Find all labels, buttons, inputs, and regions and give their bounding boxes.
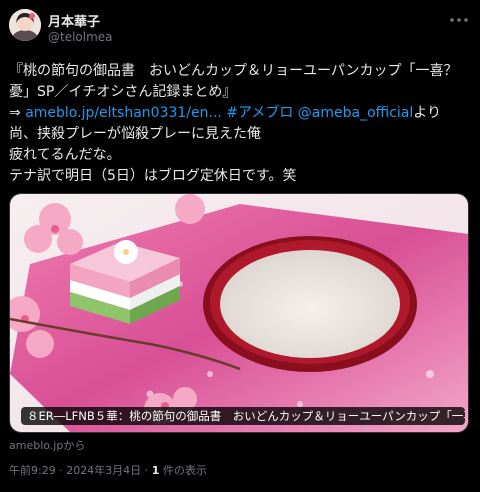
tweet-text: 『桃の節句の御品書 おいどんカップ＆リョーユーパンカップ「一喜？ 憂」SP／イチ… [9, 61, 473, 187]
link-card[interactable]: ８ER―LFNB５華：桃の節句の御品書 おいどんカップ＆リョーユーパンカップ「一… [9, 193, 469, 433]
mention-link[interactable]: @ameba_official [293, 105, 413, 121]
display-name[interactable]: 月本華子 [48, 11, 100, 30]
tweet-line: 疲れてるんだな。 [9, 147, 121, 163]
avatar-image [9, 9, 41, 41]
tweet-line: 憂」SP／イチオシさん記録まとめ』 [9, 84, 237, 100]
card-caption: ８ER―LFNB５華：桃の節句の御品書 おいどんカップ＆リョーユーパンカップ「一… [21, 407, 465, 425]
user-handle[interactable]: @telolmea [48, 30, 113, 44]
tweet-line-links: ⇒ ameblo.jp/eltshan0331/en... #アメブロ @ame… [9, 103, 473, 124]
tweet-line: 『桃の節句の御品書 おいどんカップ＆リョーユーパンカップ「一喜？ [9, 63, 458, 79]
avatar[interactable] [9, 9, 41, 41]
tweet-line: 尚、挟殺プレーが悩殺プレーに見えた俺 [9, 126, 261, 142]
more-dots-icon[interactable] [447, 10, 471, 30]
suffix-text: より [413, 105, 441, 121]
timestamp[interactable]: 午前9:29 · 2024年3月4日 · [9, 464, 152, 477]
arrow-text: ⇒ [9, 105, 26, 121]
tweet-line: テナ訳で明日（5日）はブログ定休日です。笑 [9, 168, 297, 184]
card-domain[interactable]: ameblo.jpから [9, 437, 85, 453]
card-image [10, 194, 468, 432]
blog-link[interactable]: ameblo.jp/eltshan0331/en... [25, 105, 222, 121]
view-label: 件の表示 [159, 464, 207, 477]
tweet-meta: 午前9:29 · 2024年3月4日 · 1 件の表示 [9, 462, 207, 478]
hashtag-link[interactable]: #アメブロ [222, 105, 293, 121]
